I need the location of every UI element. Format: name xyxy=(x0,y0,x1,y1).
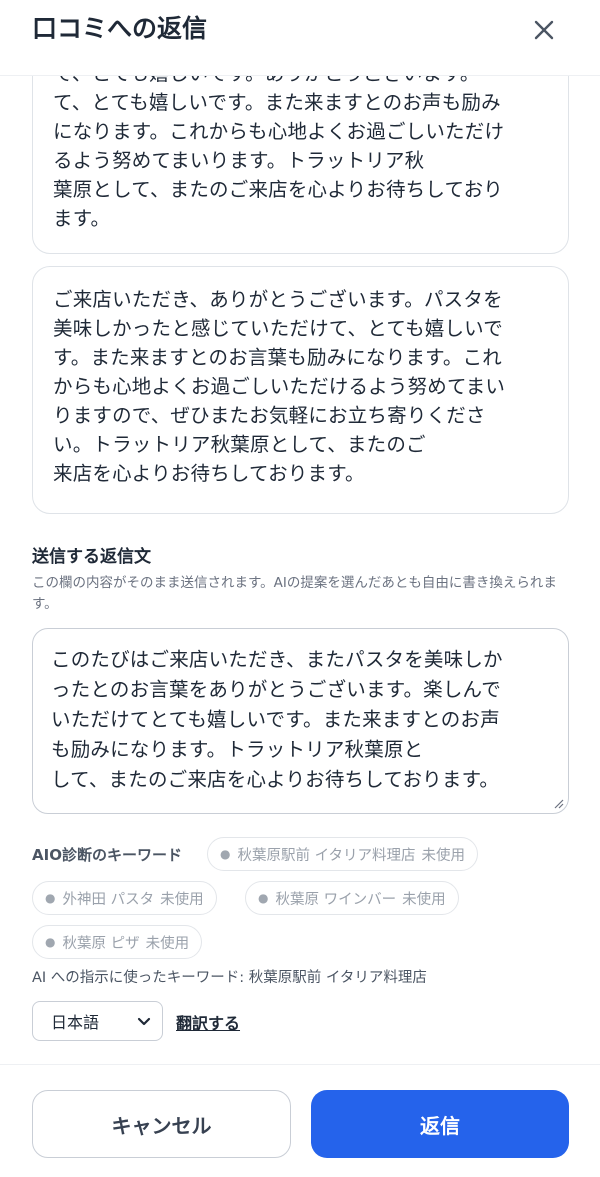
language-selected: 日本語 xyxy=(51,1013,100,1032)
reply-text: このたびはご来店いただき、またパスタを美味しか ったとのお言葉をありがとうござい… xyxy=(51,648,503,791)
keyword-text: 秋葉原駅前 イタリア料理店 xyxy=(237,847,416,864)
keyword-text: 秋葉原 ワインバー xyxy=(275,891,397,908)
language-select[interactable]: 日本語 xyxy=(32,1001,163,1041)
keyword-chip[interactable]: ● 秋葉原 ワインバー 未使用 xyxy=(245,881,459,915)
suggestion-card-1[interactable]: で、とても嬉しいです。ありがとうございます。 て、とても嬉しいです。また来ますと… xyxy=(32,76,569,254)
dot-icon: ● xyxy=(45,935,56,949)
suggestion-card-2[interactable]: ご来店いただき、ありがとうございます。パスタを 美味しかったと感じていただけて、… xyxy=(32,266,569,514)
close-icon xyxy=(534,20,554,40)
modal-body[interactable]: で、とても嬉しいです。ありがとうございます。 て、とても嬉しいです。また来ますと… xyxy=(0,76,600,1064)
cancel-button[interactable]: キャンセル xyxy=(32,1090,291,1158)
suggestion-text: ご来店いただき、ありがとうございます。パスタを 美味しかったと感じていただけて、… xyxy=(53,288,506,485)
reply-helper-text: この欄の内容がそのまま送信されます。AIの提案を選んだあとも自由に書き換えられま… xyxy=(32,575,557,612)
modal-header: 口コミへの返信 xyxy=(0,0,600,76)
dot-icon: ● xyxy=(220,847,231,861)
modal-footer: キャンセル 返信 xyxy=(0,1064,600,1177)
suggestion-text: で、とても嬉しいです。ありがとうございます。 て、とても嬉しいです。また来ますと… xyxy=(53,76,505,230)
keyword-status: 未使用 xyxy=(160,891,204,908)
keyword-text: 秋葉原 ピザ xyxy=(62,935,140,952)
keyword-status: 未使用 xyxy=(421,847,466,864)
keyword-text: 外神田 パスタ xyxy=(62,891,155,908)
dot-icon: ● xyxy=(45,891,56,905)
keyword-status: 未使用 xyxy=(402,891,446,908)
keyword-status: 未使用 xyxy=(145,935,190,952)
reply-section-label: 送信する返信文 xyxy=(32,547,151,567)
keyword-chip[interactable]: ● 秋葉原 ピザ 未使用 xyxy=(32,925,203,959)
close-button[interactable] xyxy=(526,12,562,48)
translate-link[interactable]: 翻訳する xyxy=(176,1010,240,1034)
chevron-down-icon xyxy=(137,1017,151,1026)
reply-button[interactable]: 返信 xyxy=(311,1090,569,1158)
aio-keywords-label: AIO診断のキーワード xyxy=(32,846,182,864)
dot-icon: ● xyxy=(258,891,269,905)
resize-handle-icon[interactable] xyxy=(552,797,564,809)
keyword-chip[interactable]: ● 秋葉原駅前 イタリア料理店 未使用 xyxy=(207,837,479,871)
keyword-chip[interactable]: ● 外神田 パスタ 未使用 xyxy=(32,881,217,915)
reply-textarea[interactable]: このたびはご来店いただき、またパスタを美味しか ったとのお言葉をありがとうござい… xyxy=(32,628,569,814)
used-keywords-text: AI への指示に使ったキーワード: 秋葉原駅前 イタリア料理店 xyxy=(32,970,427,986)
modal-title: 口コミへの返信 xyxy=(32,14,208,43)
